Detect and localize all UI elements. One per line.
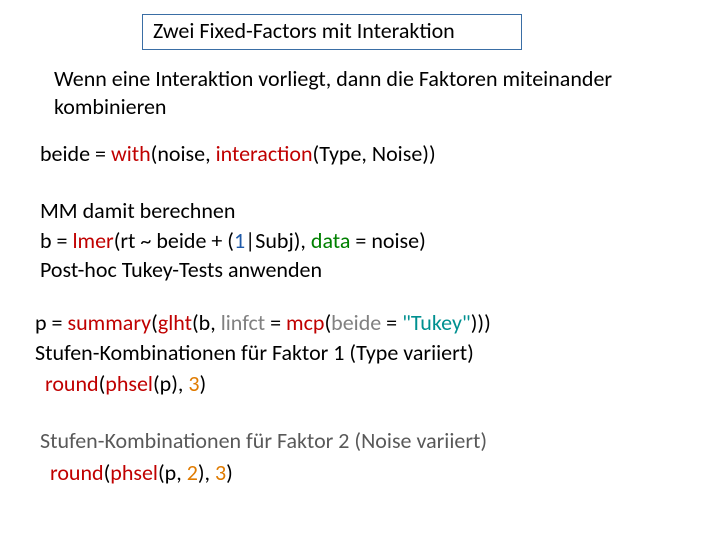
code-token: round: [45, 370, 99, 397]
code-token: = noise): [350, 227, 425, 254]
text-line: MM damit berechnen: [40, 196, 640, 226]
block-posthoc2: Stufen-Kombinationen für Faktor 2 (Noise…: [40, 425, 660, 489]
title-box: Zwei Fixed-Factors mit Interaktion: [142, 14, 522, 50]
slide: Zwei Fixed-Factors mit Interaktion Wenn …: [0, 0, 720, 540]
code-token: 3: [188, 370, 199, 397]
code-token: (p,: [158, 459, 187, 486]
code-token: round: [50, 459, 104, 486]
code-token: 2: [187, 459, 198, 486]
text-line: Post-hoc Tukey-Tests anwenden: [40, 255, 640, 285]
code-token: summary: [67, 309, 151, 336]
code-token: ): [200, 370, 207, 397]
code-token: mcp: [286, 309, 324, 336]
code-token: (Type, Noise)): [313, 140, 436, 167]
code-token: data: [311, 227, 351, 254]
code-token: phsel: [110, 459, 158, 486]
code-token: (b,: [192, 309, 221, 336]
code-token: b =: [40, 227, 72, 254]
code-token: (p),: [153, 370, 188, 397]
intro-paragraph: Wenn eine Interaktion vorliegt, dann die…: [54, 65, 614, 120]
code-token: beide: [331, 309, 381, 336]
code-token: p =: [35, 309, 67, 336]
code-token: =: [381, 309, 402, 336]
code-token: glht: [158, 309, 192, 336]
code-token: (: [151, 309, 158, 336]
code-token: with: [111, 140, 151, 167]
block-mm: MM damit berechnen b = lmer(rt ~ beide +…: [40, 196, 640, 285]
code-token: lmer: [72, 227, 113, 254]
code-token: 1: [234, 227, 245, 254]
block-posthoc1: p = summary(glht(b, linfct = mcp(beide =…: [35, 308, 675, 399]
code-token: =: [90, 140, 111, 167]
text-line: Stufen-Kombinationen für Faktor 2 (Noise…: [40, 425, 660, 457]
code-token: "Tukey": [402, 309, 471, 336]
code-line-round1: round(phsel(p), 3): [35, 369, 675, 399]
code-token: (noise,: [151, 140, 216, 167]
code-token: ): [226, 459, 233, 486]
code-token: ))): [471, 309, 491, 336]
title-text: Zwei Fixed-Factors mit Interaktion: [153, 17, 455, 44]
code-token: (rt ~ beide + (: [114, 227, 234, 254]
text-line: Stufen-Kombinationen für Faktor 1 (Type …: [35, 338, 675, 368]
code-token: linfct: [221, 309, 265, 336]
code-token: phsel: [105, 370, 153, 397]
code-line-beide: beide = with(noise, interaction(Type, No…: [40, 140, 436, 168]
code-token: interaction: [216, 140, 313, 167]
code-token: =: [265, 309, 286, 336]
code-line-summary: p = summary(glht(b, linfct = mcp(beide =…: [35, 308, 675, 338]
code-token: |Subj),: [245, 227, 311, 254]
code-line-lmer: b = lmer(rt ~ beide + (1|Subj), data = n…: [40, 226, 640, 256]
code-token: 3: [215, 459, 226, 486]
code-token: beide: [40, 140, 90, 167]
code-token: ),: [198, 459, 215, 486]
code-line-round2: round(phsel(p, 2), 3): [40, 457, 660, 489]
